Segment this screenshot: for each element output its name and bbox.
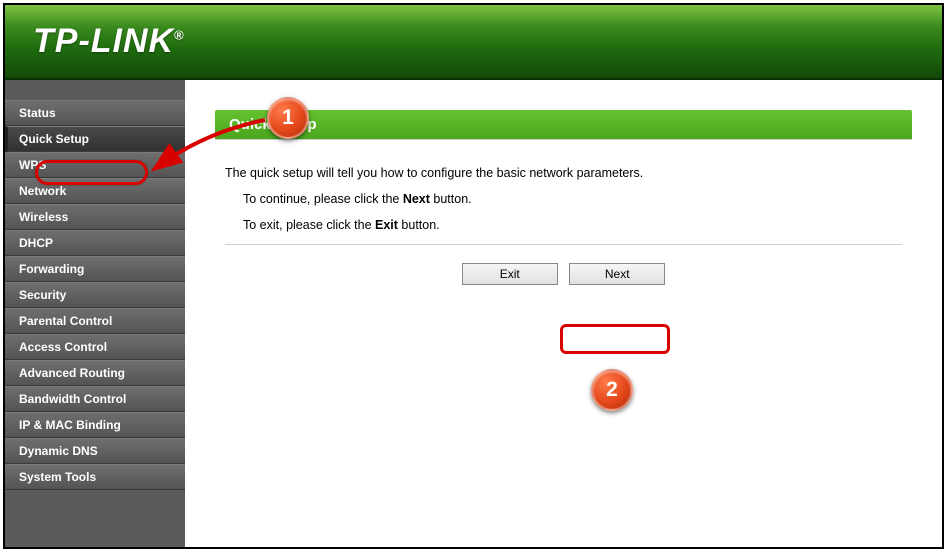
sidebar-item-security[interactable]: Security	[5, 282, 185, 308]
section-title: Quick Setup	[215, 110, 912, 139]
sidebar-item-label: Bandwidth Control	[19, 392, 126, 406]
sidebar-item-label: Advanced Routing	[19, 366, 125, 380]
sidebar-item-label: IP & MAC Binding	[19, 418, 121, 432]
sidebar-item-label: Network	[19, 184, 66, 198]
section-body: The quick setup will tell you how to con…	[215, 139, 912, 305]
sidebar-item-label: Wireless	[19, 210, 68, 224]
sidebar-item-label: Forwarding	[19, 262, 84, 276]
next-button[interactable]: Next	[569, 263, 665, 285]
text-part: To exit, please click the	[243, 218, 375, 232]
text-bold: Next	[403, 192, 430, 206]
text-part: To continue, please click the	[243, 192, 403, 206]
continue-text: To continue, please click the Next butto…	[225, 192, 902, 206]
sidebar-item-parental-control[interactable]: Parental Control	[5, 308, 185, 334]
sidebar-item-wps[interactable]: WPS	[5, 152, 185, 178]
sidebar: Status Quick Setup WPS Network Wireless …	[5, 80, 185, 547]
text-part: button.	[398, 218, 440, 232]
sidebar-item-system-tools[interactable]: System Tools	[5, 464, 185, 490]
sidebar-item-label: Dynamic DNS	[19, 444, 98, 458]
main-content: Quick Setup The quick setup will tell yo…	[185, 80, 942, 547]
exit-button[interactable]: Exit	[462, 263, 558, 285]
divider	[225, 244, 902, 245]
registered-mark: ®	[174, 28, 185, 43]
sidebar-item-label: Status	[19, 106, 56, 120]
button-row: Exit Next	[225, 263, 902, 285]
intro-text: The quick setup will tell you how to con…	[225, 166, 902, 180]
sidebar-item-wireless[interactable]: Wireless	[5, 204, 185, 230]
text-part: button.	[430, 192, 472, 206]
sidebar-item-advanced-routing[interactable]: Advanced Routing	[5, 360, 185, 386]
sidebar-item-bandwidth-control[interactable]: Bandwidth Control	[5, 386, 185, 412]
brand-text: TP-LINK	[33, 22, 174, 60]
text-bold: Exit	[375, 218, 398, 232]
header: TP-LINK®	[5, 5, 942, 80]
sidebar-item-label: Security	[19, 288, 66, 302]
sidebar-item-label: DHCP	[19, 236, 53, 250]
sidebar-item-forwarding[interactable]: Forwarding	[5, 256, 185, 282]
sidebar-item-quick-setup[interactable]: Quick Setup	[5, 126, 185, 152]
sidebar-item-ip-mac-binding[interactable]: IP & MAC Binding	[5, 412, 185, 438]
sidebar-item-label: Access Control	[19, 340, 107, 354]
sidebar-item-dynamic-dns[interactable]: Dynamic DNS	[5, 438, 185, 464]
brand-logo: TP-LINK®	[33, 22, 185, 61]
section-title-text: Quick Setup	[229, 116, 317, 133]
sidebar-item-access-control[interactable]: Access Control	[5, 334, 185, 360]
exit-text: To exit, please click the Exit button.	[225, 218, 902, 232]
sidebar-item-label: Quick Setup	[19, 132, 89, 146]
sidebar-item-label: WPS	[19, 158, 46, 172]
sidebar-item-label: System Tools	[19, 470, 96, 484]
sidebar-item-status[interactable]: Status	[5, 100, 185, 126]
sidebar-item-label: Parental Control	[19, 314, 112, 328]
sidebar-item-network[interactable]: Network	[5, 178, 185, 204]
sidebar-item-dhcp[interactable]: DHCP	[5, 230, 185, 256]
